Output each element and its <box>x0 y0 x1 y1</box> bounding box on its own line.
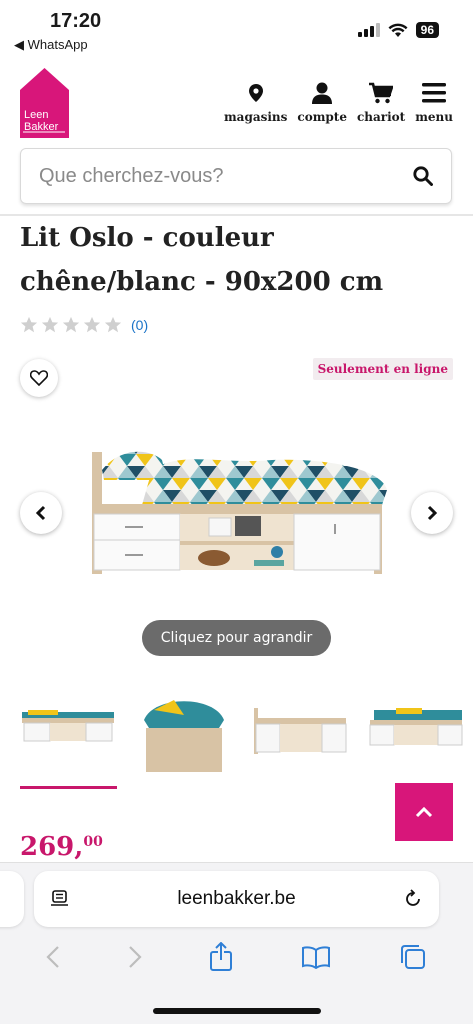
thumbnail-active-indicator <box>20 786 117 789</box>
back-icon[interactable] <box>46 945 60 969</box>
thumbnail-2[interactable] <box>134 690 234 780</box>
nav-stores-label: magasins <box>223 110 288 124</box>
reader-mode-icon[interactable] <box>50 890 70 908</box>
search-input[interactable]: Que cherchez-vous? <box>20 148 452 204</box>
home-indicator <box>153 1008 321 1014</box>
signal-icon <box>357 23 380 37</box>
star-icon <box>41 316 59 333</box>
back-to-app-link[interactable]: ◀ WhatsApp <box>14 37 88 53</box>
page: 17:20 ◀ WhatsApp 96 Leen Bakker magasins… <box>0 0 473 1024</box>
nav-cart-label: chariot <box>356 110 406 124</box>
previous-tab-peek[interactable] <box>0 871 24 927</box>
hamburger-icon <box>422 83 447 103</box>
tabs-icon[interactable] <box>399 943 427 971</box>
header-nav: magasins compte chariot menu <box>224 80 453 124</box>
forward-icon[interactable] <box>128 945 142 969</box>
browser-toolbar <box>0 939 473 975</box>
reload-icon[interactable] <box>403 889 423 909</box>
leen-bakker-logo[interactable]: Leen Bakker <box>19 66 70 138</box>
cart-icon <box>369 82 394 104</box>
battery-indicator: 96 <box>415 22 439 38</box>
star-icon <box>62 316 80 333</box>
star-icon <box>20 316 38 333</box>
gallery-prev-button[interactable] <box>20 492 62 534</box>
chevron-right-icon <box>427 505 438 521</box>
thumbnail-1[interactable] <box>18 690 118 780</box>
status-time: 17:20 <box>50 10 102 32</box>
rating-count-link[interactable]: (0) <box>131 317 148 333</box>
wishlist-button[interactable] <box>20 359 58 397</box>
svg-text:Leen: Leen <box>24 109 48 121</box>
zoom-hint-button[interactable]: Cliquez pour agrandir <box>142 620 331 656</box>
price-main: 269, <box>20 832 84 862</box>
nav-cart[interactable]: chariot <box>357 80 405 124</box>
nav-account[interactable]: compte <box>297 80 347 124</box>
price-cents: 00 <box>83 834 103 850</box>
url-text: leenbakker.be <box>177 888 296 909</box>
search-icon[interactable] <box>413 166 433 186</box>
nav-menu-label: menu <box>415 110 453 124</box>
chevron-left-icon <box>35 505 46 521</box>
status-bar: 17:20 ◀ WhatsApp 96 <box>0 0 473 58</box>
search-placeholder: Que cherchez-vous? <box>39 164 224 187</box>
gallery-next-button[interactable] <box>411 492 453 534</box>
star-icon <box>104 316 122 333</box>
product-image[interactable] <box>82 430 392 580</box>
nav-stores[interactable]: magasins <box>224 80 287 124</box>
star-icon <box>83 316 101 333</box>
chevron-up-icon <box>415 806 433 818</box>
product-price: 269,00 <box>20 832 103 862</box>
site-header: Leen Bakker magasins compte chariot menu <box>0 62 473 142</box>
user-icon <box>312 82 333 104</box>
thumbnail-4[interactable] <box>366 690 466 780</box>
nav-account-label: compte <box>297 110 347 124</box>
thumbnail-3[interactable] <box>250 690 350 780</box>
product-rating[interactable]: (0) <box>20 316 148 334</box>
product-title: Lit Oslo - couleur chêne/blanc - 90x200 … <box>20 223 384 297</box>
bookmarks-icon[interactable] <box>301 945 331 969</box>
map-pin-icon <box>248 84 263 102</box>
browser-chrome: leenbakker.be <box>0 862 473 1024</box>
heart-icon <box>30 370 48 386</box>
nav-menu[interactable]: menu <box>415 80 453 124</box>
address-bar[interactable]: leenbakker.be <box>34 871 439 927</box>
thumbnail-strip <box>18 690 463 800</box>
scroll-to-top-button[interactable] <box>395 783 453 841</box>
online-only-badge: Seulement en ligne <box>312 358 453 380</box>
status-indicators: 96 <box>357 22 439 38</box>
wifi-icon <box>388 23 408 37</box>
svg-text:Bakker: Bakker <box>24 121 59 133</box>
share-icon[interactable] <box>209 942 233 972</box>
